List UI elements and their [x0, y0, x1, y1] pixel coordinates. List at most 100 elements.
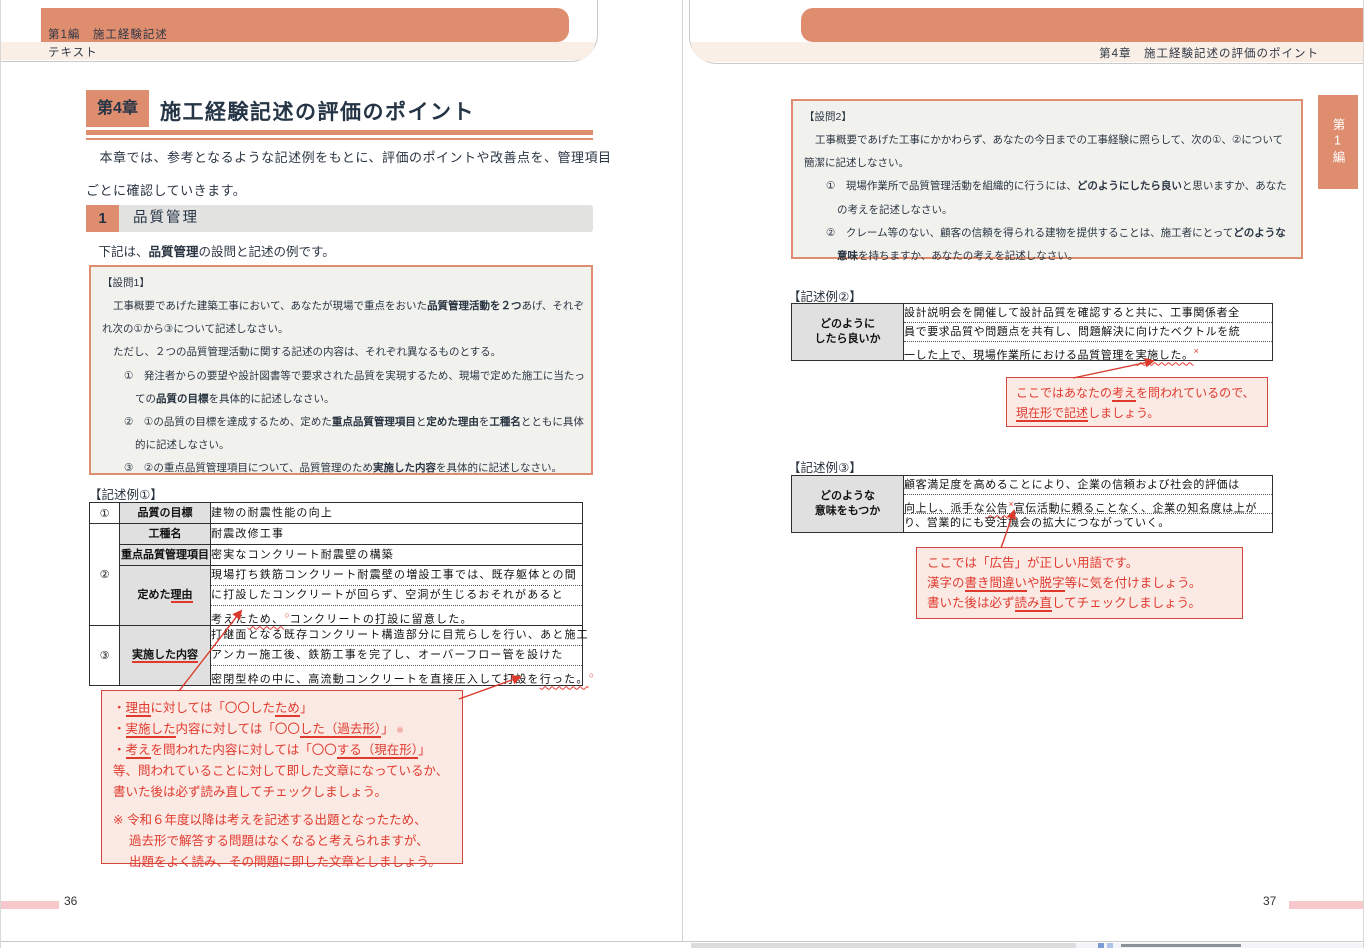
text-line: 本章では、参考となるような記述例をもとに、評価のポイントや改善点を、管理項目 — [86, 141, 598, 174]
text-line: 現在形で記述しましょう。 — [1016, 403, 1258, 423]
text-run: する（現在形） — [337, 743, 418, 759]
text-run: 的に記述しなさい。 — [135, 439, 230, 451]
text-run: あげ、それぞ — [522, 300, 584, 312]
text-run: ・ — [113, 722, 126, 736]
advice-note-2: ここではあなたの考えを問われているので、現在形で記述しましょう。 — [1006, 377, 1268, 427]
header-subtitle: テキスト — [48, 44, 98, 60]
table-content-cell: 密実なコンクリート耐震壁の構築 — [211, 545, 583, 566]
text-line: ここでは「広告」が正しい用語です。 — [927, 553, 1232, 573]
example1-table: ① 品質の目標 建物の耐震性能の向上 ② 工種名 耐震改修工事 重点品質管理項目… — [89, 502, 583, 686]
text-line: ての品質の目標を具体的に記述しなさい。 — [102, 388, 580, 411]
edition-side-tab-label: 第1編 — [1329, 118, 1348, 166]
text-line: れ次の①から③について記述しなさい。 — [102, 318, 580, 341]
text-line: 考えたため、○コンクリートの打設に留意した。 — [211, 606, 582, 625]
text-run: 下記は、 — [86, 245, 149, 259]
text-run: ③ ②の重点品質管理項目について、品質管理のため — [124, 462, 373, 474]
chapter-title: 施工経験記述の評価のポイント — [160, 96, 475, 126]
next-page-edge-gray — [691, 943, 1076, 948]
text-line: したら良いか — [792, 332, 903, 347]
text-line: 設計説明会を開催して設計品質を確認すると共に、工事関係者全 — [904, 304, 1272, 323]
text-run: 」 — [300, 701, 313, 715]
example1-label: 【記述例①】 — [89, 484, 163, 503]
next-page-text-fragment — [1121, 944, 1241, 947]
text-run: 意味 — [837, 250, 858, 262]
text-run: ・ — [113, 701, 126, 715]
text-run: ため、 — [248, 614, 285, 626]
chapter-number-box: 第4章 — [86, 90, 149, 127]
text-line: 漢字の書き間違いや脱字等に気を付けましょう。 — [927, 573, 1232, 593]
text-line: り、営業的にも受注機会の拡大につながっていく。 — [904, 514, 1272, 532]
text-run: 耐震改修工事 — [211, 528, 284, 540]
text-run: した（過去形） — [300, 722, 381, 738]
text-run: してチェックしましょう。 — [1052, 596, 1201, 610]
text-run: ここではあなたの — [1016, 386, 1112, 400]
text-run: 向上し、派手な — [904, 503, 985, 515]
next-page-logo-fragment — [1107, 943, 1113, 948]
text-run: 考え — [126, 743, 151, 759]
text-line: どのように — [792, 317, 903, 332]
table-content-cell: 現場打ち鉄筋コンクリート耐震壁の増設工事では、既存躯体との間 に打設したコンクリ… — [211, 566, 583, 626]
text-line: 意味を持ちますか、あなたの考えを記述しなさい。 — [804, 245, 1290, 268]
text-run: 宣伝活動に頼ることなく、企業の知名度は上が — [1014, 503, 1257, 515]
text-line: ・考えを問われた内容に対しては「〇〇する（現在形）」 — [113, 740, 451, 761]
arrow-to-jisshishita — [1073, 361, 1153, 378]
text-run: 等に気を付けましょう。 — [1065, 576, 1202, 590]
text-run: 過去形で解答する問題はなくなると考えられますが、 — [113, 834, 429, 848]
text-run: とともに具体 — [521, 416, 584, 428]
footer-bar-left — [1, 901, 59, 909]
text-run: 」 — [381, 722, 394, 736]
text-line: 員で要求品質や問題点を共有し、問題解決に向けたベクトルを統 — [904, 323, 1272, 342]
section-bar: 1 品質管理 — [86, 205, 593, 232]
text-run: を問われた内容に対しては「〇〇 — [151, 743, 337, 757]
text-run: に打設したコンクリートが回らず、空洞が生じるおそれがあると — [211, 589, 564, 601]
table-content-cell: 耐震改修工事 — [211, 524, 583, 545]
table-label-cell: 品質の目標 — [120, 503, 211, 524]
text-run: ① 現場作業所で品質管理活動を組織的に行うには、 — [826, 180, 1077, 192]
text-run: ただし、２つの品質管理活動に関する記述の内容は、それぞれ異なるものとする。 — [113, 346, 501, 358]
text-run: コンクリートの打設に留意した。 — [290, 614, 473, 626]
question2-label: 【設問2】 — [804, 106, 1290, 129]
text-line: ① 現場作業所で品質管理活動を組織的に行うには、どのようにしたら良いと思いますか… — [804, 175, 1290, 198]
chapter-rule-thick — [86, 130, 593, 135]
edition-side-tab: 第1編 — [1318, 95, 1358, 189]
text-line: 的に記述しなさい。 — [102, 434, 580, 457]
text-run: 重点品質管理項目 — [121, 549, 209, 561]
table-label-cell: 工種名 — [120, 524, 211, 545]
text-run: 密閉型枠の中に、高流動コンクリートを直接圧入して打設を — [211, 674, 540, 686]
text-line: 建物の耐震性能の向上 — [211, 504, 582, 523]
text-run: 内容に対しては「〇〇 — [176, 722, 300, 736]
table-num-cell: ③ — [90, 626, 120, 686]
text-line: ・実施した内容に対しては「〇〇した（過去形）」 ※ — [113, 719, 451, 740]
section-title: 品質管理 — [119, 205, 593, 232]
footer-bar-right — [1289, 901, 1364, 909]
text-run: どのようにしたら良い — [1077, 180, 1182, 192]
text-run: を具体的に記述しなさい。 — [209, 393, 335, 405]
advice-note-1: ・理由に対しては「〇〇したため」・実施した内容に対しては「〇〇した（過去形）」 … — [101, 690, 463, 864]
text-line: 過去形で解答する問題はなくなると考えられますが、 — [113, 831, 451, 852]
text-run: を持ちますか、あなたの考えを記述しなさい。 — [858, 250, 1078, 262]
text-run: 現場打ち鉄筋コンクリート耐震壁の増設工事では、既存躯体との間 — [211, 569, 577, 581]
text-run: 定めた理由 — [426, 416, 479, 428]
text-line: ※ 令和６年度以降は考えを記述する出題となったため、 — [113, 810, 451, 831]
question2-box: 【設問2】 工事概要であげた工事にかかわらず、あなたの今日までの工事経験に照らし… — [791, 99, 1303, 259]
text-run: を問われているので、 — [1136, 386, 1255, 400]
text-line: 顧客満足度を高めることにより、企業の信頼および社会的評価は — [904, 476, 1272, 495]
textbook-spread: 第1編 施工経験記述 テキスト 第4章 施工経験記述の評価のポイント 第1編 第… — [0, 0, 1364, 948]
text-line: 簡潔に記述しなさい。 — [804, 152, 1290, 175]
chapter-header: 第4章 施工経験記述の評価のポイント — [1099, 45, 1319, 61]
example3-label: 【記述例③】 — [788, 457, 862, 476]
table-label-cell: どのように したら良いか — [792, 304, 904, 361]
text-run: 」 — [418, 743, 431, 757]
edition-header: 第1編 施工経験記述 — [48, 26, 168, 42]
table-label-cell: 実施した内容 — [120, 626, 211, 686]
text-run: ① 発注者からの要望や設計図書等で要求された品質を実現するため、現場で定めた施工… — [124, 370, 585, 382]
text-run: 工種名 — [149, 528, 182, 540]
text-line: ただし、２つの品質管理活動に関する記述の内容は、それぞれ異なるものとする。 — [102, 341, 580, 364]
text-run: しましょう。 — [1088, 406, 1159, 420]
question1-box: 【設問1】 工事概要であげた建築工事において、あなたが現場で重点をおいた品質管理… — [89, 265, 593, 475]
table-content-cell: 打継面となる既存コンクリート構造部分に目荒らしを行い、あと施工 アンカー施工後、… — [211, 626, 583, 686]
text-run: × — [1194, 346, 1199, 356]
table-label-cell: どのような 意味をもつか — [792, 476, 904, 533]
text-run: 品質管理活動を２つ — [427, 300, 522, 312]
text-line: 出題をよく読み、その問題に即した文章としましょう。 — [113, 852, 451, 873]
